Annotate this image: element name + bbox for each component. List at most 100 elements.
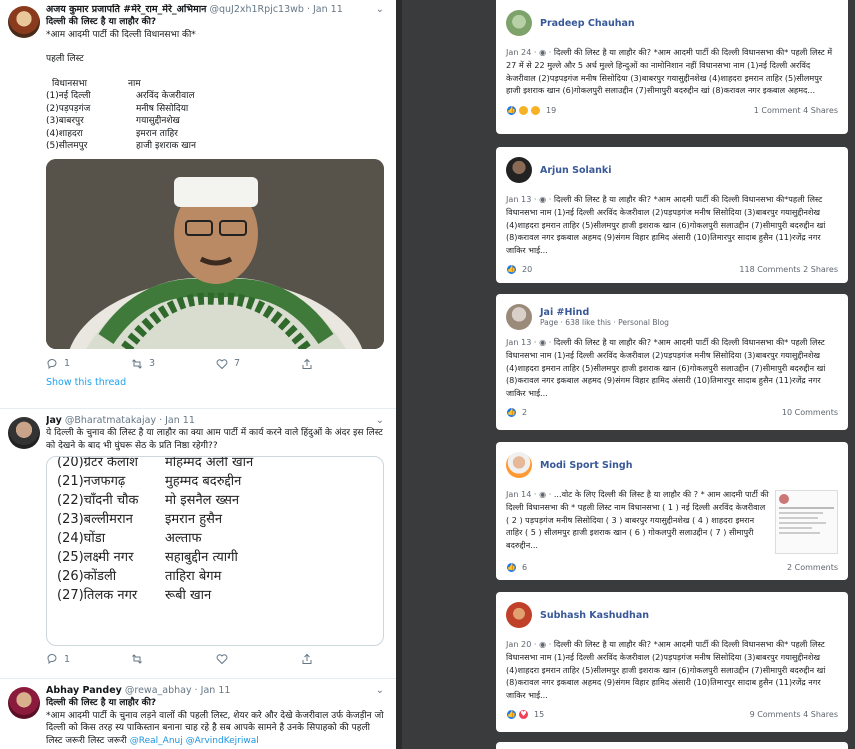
reactions[interactable]: 👍 ♥ 15	[506, 709, 545, 721]
chevron-down-icon[interactable]: ⌄	[376, 685, 384, 696]
screenshot-composite: ⌄ अजय कुमार प्रजापति #मेरे_राम_मेरे_अभिम…	[0, 0, 855, 749]
tweet-handle-date[interactable]: @rewa_abhay · Jan 11	[125, 685, 231, 696]
retweet-button[interactable]	[131, 653, 216, 665]
tweet-author-name[interactable]: Abhay Pandey	[46, 685, 122, 696]
tweet-author-name[interactable]: Jay	[46, 415, 62, 426]
list-row: (24)घोंडा अल्ताफ	[57, 531, 202, 546]
fb-author-name[interactable]: Arjun Solanki	[540, 165, 612, 176]
like-reaction-icon: 👍	[506, 561, 517, 573]
reactions[interactable]: 👍 20	[506, 264, 533, 276]
list-row: (27)तिलक नगर रूबी खान	[57, 588, 212, 603]
fb-post-6-partial[interactable]	[496, 742, 848, 749]
show-thread-link[interactable]: Show this thread	[46, 375, 386, 396]
comments-count[interactable]: 10 Comments	[782, 408, 838, 417]
fb-post-2[interactable]: Arjun Solanki Jan 13 · ◉ · दिल्ली की लिस…	[496, 147, 848, 283]
reaction-count: 20	[522, 265, 533, 275]
love-reaction-icon: ♥	[518, 709, 529, 721]
tweet-handle-date[interactable]: @quJ2xh1Rpjc13wb · Jan 11	[209, 4, 342, 15]
column-header-name: नाम	[128, 78, 141, 89]
avatar[interactable]	[506, 602, 532, 628]
list-row: (2)पड़पड़गंज मनीष सिसोदिया	[46, 103, 189, 114]
fb-author-name[interactable]: Jai #Hind	[540, 307, 669, 318]
list-row: (4)शाहदरा इमरान ताहिर	[46, 128, 178, 139]
tweet-text: ये दिल्ली के चुनाव की लिस्ट है या लाहौर …	[46, 428, 386, 451]
page-info: Page · 638 like this · Personal Blog	[540, 318, 669, 327]
globe-icon: ◉ ·	[539, 194, 554, 204]
share-button[interactable]	[301, 653, 386, 665]
candidate-list: (1)नई दिल्ली अरविंद केजरीवाल (2)पड़पड़गंज…	[46, 90, 386, 153]
fb-post-5[interactable]: Subhash Kashudhan Jan 20 · ◉ · दिल्ली की…	[496, 592, 848, 732]
tweet-handle-date[interactable]: @Bharatmatakajay · Jan 11	[65, 415, 195, 426]
fb-post-text: Jan 13 · ◉ · दिल्ली की लिस्ट है या लाहौर…	[506, 337, 826, 399]
fb-author-name[interactable]: Subhash Kashudhan	[540, 610, 649, 621]
fb-post-text: Jan 13 · ◉ · दिल्ली की लिस्ट है या लाहौर…	[506, 194, 826, 256]
avatar[interactable]	[8, 687, 40, 719]
reactions[interactable]: 👍 6	[506, 561, 528, 573]
list-row: (1)नई दिल्ली अरविंद केजरीवाल	[46, 91, 195, 101]
avatar[interactable]	[506, 10, 532, 36]
retweet-count: 3	[149, 358, 156, 369]
reaction-count: 6	[522, 562, 528, 572]
globe-icon: ◉ ·	[539, 337, 554, 347]
avatar[interactable]	[506, 157, 532, 183]
share-button[interactable]	[301, 358, 386, 370]
reaction-count: 15	[534, 710, 545, 720]
tweet-3[interactable]: ⌄ Abhay Pandey @rewa_abhay · Jan 11 दिल्…	[0, 679, 396, 749]
comments-shares[interactable]: 118 Comments 2 Shares	[739, 265, 838, 274]
retweet-icon	[132, 654, 142, 664]
like-reaction-icon: 👍	[506, 407, 517, 419]
like-reaction-icon: 👍	[506, 709, 517, 721]
avatar[interactable]	[8, 417, 40, 449]
reply-button[interactable]: 1	[46, 653, 131, 665]
tweet-image-list[interactable]: (20)ग्रेटर कैलाश मोहम्मद अली खान (21)नजफग…	[46, 456, 384, 646]
reply-count: 1	[64, 358, 71, 369]
avatar[interactable]	[506, 452, 532, 478]
reply-button[interactable]: 1	[46, 358, 131, 370]
share-icon	[302, 653, 312, 664]
column-header-seat: विधानसभा	[52, 78, 87, 89]
tweet-photo[interactable]	[46, 158, 384, 349]
reply-count: 1	[64, 653, 71, 665]
globe-icon: ◉ ·	[539, 639, 554, 649]
avatar[interactable]	[506, 304, 532, 330]
fb-post-text: Jan 14 · ◉ · ...वोट के लिए दिल्ली की लिस…	[506, 489, 769, 551]
fb-author-name[interactable]: Modi Sport Singh	[540, 460, 632, 471]
list-row: (5)सीलमपुर हाजी इशराक खान	[46, 141, 196, 151]
retweet-button[interactable]: 3	[131, 358, 216, 370]
comments-shares[interactable]: 9 Comments 4 Shares	[750, 710, 838, 719]
tweet-1[interactable]: ⌄ अजय कुमार प्रजापति #मेरे_राम_मेरे_अभिम…	[0, 0, 396, 409]
globe-icon: ◉ ·	[539, 489, 554, 499]
fb-post-4[interactable]: Modi Sport Singh Jan 14 · ◉ · ...वोट के …	[496, 442, 848, 580]
list-row: (25)लक्ष्मी नगर सहाबुद्दीन त्यागी	[57, 550, 238, 565]
heart-icon	[216, 358, 228, 369]
tweet-2[interactable]: ⌄ Jay @Bharatmatakajay · Jan 11 ये दिल्ल…	[0, 409, 396, 679]
share-icon	[302, 358, 312, 369]
heart-icon	[216, 654, 228, 665]
like-reaction-icon: 👍	[506, 104, 517, 116]
list-row: (20)ग्रेटर कैलाश मोहम्मद अली खान	[57, 456, 254, 470]
list-row: (26)कोंडली ताहिरा बेगम	[57, 569, 222, 584]
fb-post-3[interactable]: Jai #Hind Page · 638 like this · Persona…	[496, 294, 848, 430]
avatar[interactable]	[8, 6, 40, 38]
comments-count[interactable]: 2 Comments	[787, 563, 838, 572]
like-button[interactable]: 7	[216, 358, 301, 370]
globe-icon: ◉ ·	[539, 47, 554, 57]
person-photo	[46, 158, 384, 349]
like-button[interactable]	[216, 653, 301, 665]
mention-links[interactable]: @Real_Anuj @ArvindKejriwal	[130, 736, 259, 746]
chevron-down-icon[interactable]: ⌄	[376, 415, 384, 426]
fb-author-name[interactable]: Pradeep Chauhan	[540, 18, 635, 29]
like-count: 7	[234, 358, 241, 369]
tweet-author-name[interactable]: अजय कुमार प्रजापति #मेरे_राम_मेरे_अभिमान	[46, 4, 206, 15]
list-row: (21)नजफगढ़ मुहम्मद बदरुद्दीन	[57, 474, 242, 489]
reactions[interactable]: 👍 19	[506, 104, 556, 116]
comments-shares[interactable]: 1 Comment 4 Shares	[754, 106, 838, 115]
reactions[interactable]: 👍 2	[506, 407, 527, 419]
facebook-search-results[interactable]: Pradeep Chauhan Jan 24 · ◉ · दिल्ली की ल…	[402, 0, 855, 749]
post-thumbnail[interactable]	[775, 490, 838, 554]
list-row: (23)बल्लीमरान इमरान हुसैन	[57, 512, 223, 527]
chevron-down-icon[interactable]: ⌄	[376, 4, 384, 15]
twitter-timeline[interactable]: ⌄ अजय कुमार प्रजापति #मेरे_राम_मेरे_अभिम…	[0, 0, 396, 749]
list-heading: पहली लिस्ट	[46, 54, 84, 64]
fb-post-1[interactable]: Pradeep Chauhan Jan 24 · ◉ · दिल्ली की ल…	[496, 0, 848, 134]
